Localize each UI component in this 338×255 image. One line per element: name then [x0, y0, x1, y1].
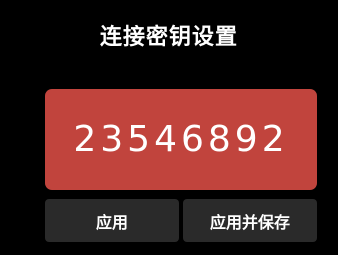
dialog-title: 连接密钥设置	[99, 25, 238, 50]
apply-and-save-button[interactable]: 应用并保存	[183, 199, 317, 242]
apply-button[interactable]: 应用	[45, 199, 179, 242]
apply-and-save-button-label: 应用并保存	[209, 212, 290, 232]
key-display-panel: 23546892	[45, 89, 317, 190]
key-value: 23546892	[73, 118, 289, 160]
apply-button-label: 应用	[95, 212, 128, 232]
